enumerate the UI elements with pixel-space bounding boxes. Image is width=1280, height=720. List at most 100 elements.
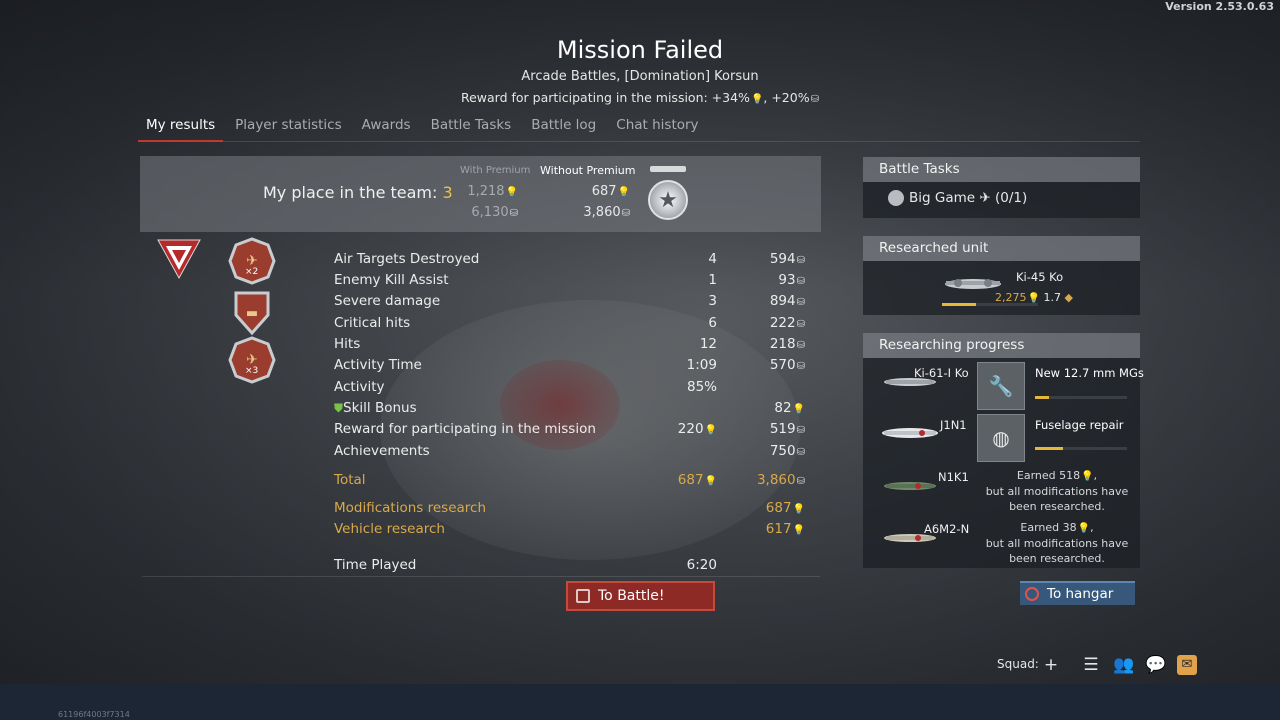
award-multiplier: ×2 xyxy=(245,267,259,277)
mission-subtitle: Arcade Battles, [Domination] Korsun xyxy=(521,69,759,84)
contacts-icon[interactable]: 👥 xyxy=(1113,655,1134,675)
stat-label-air-targets: Air Targets Destroyed xyxy=(334,251,480,267)
researched-unit-progress xyxy=(942,303,1038,306)
stat-count: 3 xyxy=(708,293,717,309)
total-lions: 3,860⛁ xyxy=(756,472,805,488)
bottom-bar xyxy=(0,684,1280,720)
version-label: Version 2.53.0.63 xyxy=(1165,0,1274,13)
to-battle-button[interactable]: To Battle! xyxy=(566,581,715,611)
mod-name: Fuselage repair xyxy=(1035,418,1124,432)
vehicle-name: J1N1 xyxy=(940,418,967,432)
to-battle-label: To Battle! xyxy=(598,588,665,604)
time-played-label: Time Played xyxy=(334,557,417,573)
mail-icon[interactable]: ✉ xyxy=(1177,655,1197,675)
without-premium-lions: 3,860⛁ xyxy=(583,205,630,220)
team-place-panel: My place in the team: 3 With Premium Wit… xyxy=(140,156,821,232)
award-aircraft-x3[interactable]: ✈ ×3 xyxy=(228,336,276,384)
mission-failed-icon xyxy=(157,239,201,280)
stat-rp: 220💡 xyxy=(677,421,717,437)
battle-task-item[interactable]: Big Game ✈ (0/1) xyxy=(888,190,1027,206)
stat-count: 85% xyxy=(686,379,717,395)
stat-count: 12 xyxy=(699,336,717,352)
vehicle-name: A6M2-N xyxy=(924,522,970,536)
researched-unit-name: Ki-45 Ko xyxy=(1016,270,1064,284)
stat-label-hits: Hits xyxy=(334,336,361,352)
stat-label-critical-hits: Critical hits xyxy=(334,315,411,331)
earned-note: Earned 518💡, but all modifications have … xyxy=(985,469,1129,513)
machine-gun-mod-icon[interactable]: 🔧 xyxy=(977,362,1025,410)
time-played-value: 6:20 xyxy=(686,557,717,573)
results-tabs: My results Player statistics Awards Batt… xyxy=(138,108,1140,142)
vehicle-name: N1K1 xyxy=(938,470,969,484)
stat-count: 4 xyxy=(708,251,717,267)
researched-unit-header: Researched unit xyxy=(863,236,1140,261)
participation-reward: Reward for participating in the mission:… xyxy=(0,90,1280,105)
stat-label-skill-bonus: ⛊Skill Bonus xyxy=(334,400,417,416)
rp-icon: 💡 xyxy=(750,94,764,105)
stat-reward: 222⛁ xyxy=(769,315,805,331)
without-premium-rp: 687💡 xyxy=(591,184,630,199)
stat-reward: 594⛁ xyxy=(769,251,805,267)
stat-reward: 93⛁ xyxy=(778,272,805,288)
rank-ribbon-icon xyxy=(650,166,686,172)
lions-icon: ⛁ xyxy=(810,94,819,105)
square-button-icon xyxy=(576,589,590,603)
list-icon[interactable]: ☰ xyxy=(1081,655,1101,675)
stat-label-achievements: Achievements xyxy=(334,443,430,459)
stat-reward: 218⛁ xyxy=(769,336,805,352)
task-badge-icon xyxy=(888,190,904,206)
modifications-research-label: Modifications research xyxy=(334,500,487,516)
plane-icon: ✈ xyxy=(979,190,991,206)
chat-icon[interactable]: 💬 xyxy=(1145,655,1166,675)
stat-reward: 82💡 xyxy=(774,400,805,416)
circle-button-icon xyxy=(1025,587,1039,601)
svg-text:▬: ▬ xyxy=(246,306,258,321)
stat-reward: 519⛁ xyxy=(769,421,805,437)
session-id: 61196f4003f7314 xyxy=(58,710,130,719)
tab-battle-tasks[interactable]: Battle Tasks xyxy=(423,108,520,142)
team-place-label: My place in the team: 3 xyxy=(263,183,453,202)
mod-progress xyxy=(1035,447,1127,450)
j1n1-plane-icon[interactable] xyxy=(878,413,942,453)
researching-progress-header: Researching progress xyxy=(863,333,1140,358)
award-tank[interactable]: ▬ xyxy=(228,287,276,336)
total-rp: 687💡 xyxy=(677,472,717,488)
tab-player-statistics[interactable]: Player statistics xyxy=(227,108,349,142)
battle-tasks-header: Battle Tasks xyxy=(863,157,1140,182)
stat-reward: 750⛁ xyxy=(769,443,805,459)
fuselage-repair-mod-icon[interactable]: ◍ xyxy=(977,414,1025,462)
add-squad-icon[interactable]: + xyxy=(1041,655,1061,675)
tab-my-results[interactable]: My results xyxy=(138,108,224,142)
skill-shield-icon: ⛊ xyxy=(334,401,344,415)
stat-reward: 570⛁ xyxy=(769,357,805,373)
mod-progress xyxy=(1035,396,1127,399)
silver-star-medal-icon: ★ xyxy=(648,180,688,220)
vehicle-research-label: Vehicle research xyxy=(334,521,445,537)
to-hangar-label: To hangar xyxy=(1047,586,1114,602)
tab-battle-log[interactable]: Battle log xyxy=(523,108,604,142)
tab-chat-history[interactable]: Chat history xyxy=(608,108,706,142)
stat-count: 1:09 xyxy=(686,357,717,373)
stat-label-kill-assist: Enemy Kill Assist xyxy=(334,272,449,288)
stat-count: 1 xyxy=(708,272,717,288)
reward-lions-text: , +20% xyxy=(763,90,810,105)
stat-label-participation: Reward for participating in the mission xyxy=(334,421,596,437)
vehicle-name: Ki-61-I Ko xyxy=(914,366,969,380)
with-premium-rp: 1,218💡 xyxy=(467,184,518,199)
divider xyxy=(142,576,820,577)
with-premium-lions: 6,130⛁ xyxy=(471,205,518,220)
to-hangar-button[interactable]: To hangar xyxy=(1020,581,1135,605)
tab-awards[interactable]: Awards xyxy=(354,108,419,142)
stat-reward: 894⛁ xyxy=(769,293,805,309)
vehicle-research-rp: 617💡 xyxy=(765,521,805,537)
stat-label-activity: Activity xyxy=(334,379,385,395)
stat-label-activity-time: Activity Time xyxy=(334,357,422,373)
stat-label-severe-damage: Severe damage xyxy=(334,293,441,309)
stat-count: 6 xyxy=(708,315,717,331)
n1k1-plane-icon[interactable] xyxy=(878,466,942,506)
reward-rp-text: Reward for participating in the mission:… xyxy=(460,90,750,105)
award-aircraft-x2[interactable]: ✈ ×2 xyxy=(228,237,276,285)
award-multiplier: ×3 xyxy=(245,366,259,376)
mod-name: New 12.7 mm MGs xyxy=(1035,366,1144,380)
total-label: Total xyxy=(334,472,366,488)
